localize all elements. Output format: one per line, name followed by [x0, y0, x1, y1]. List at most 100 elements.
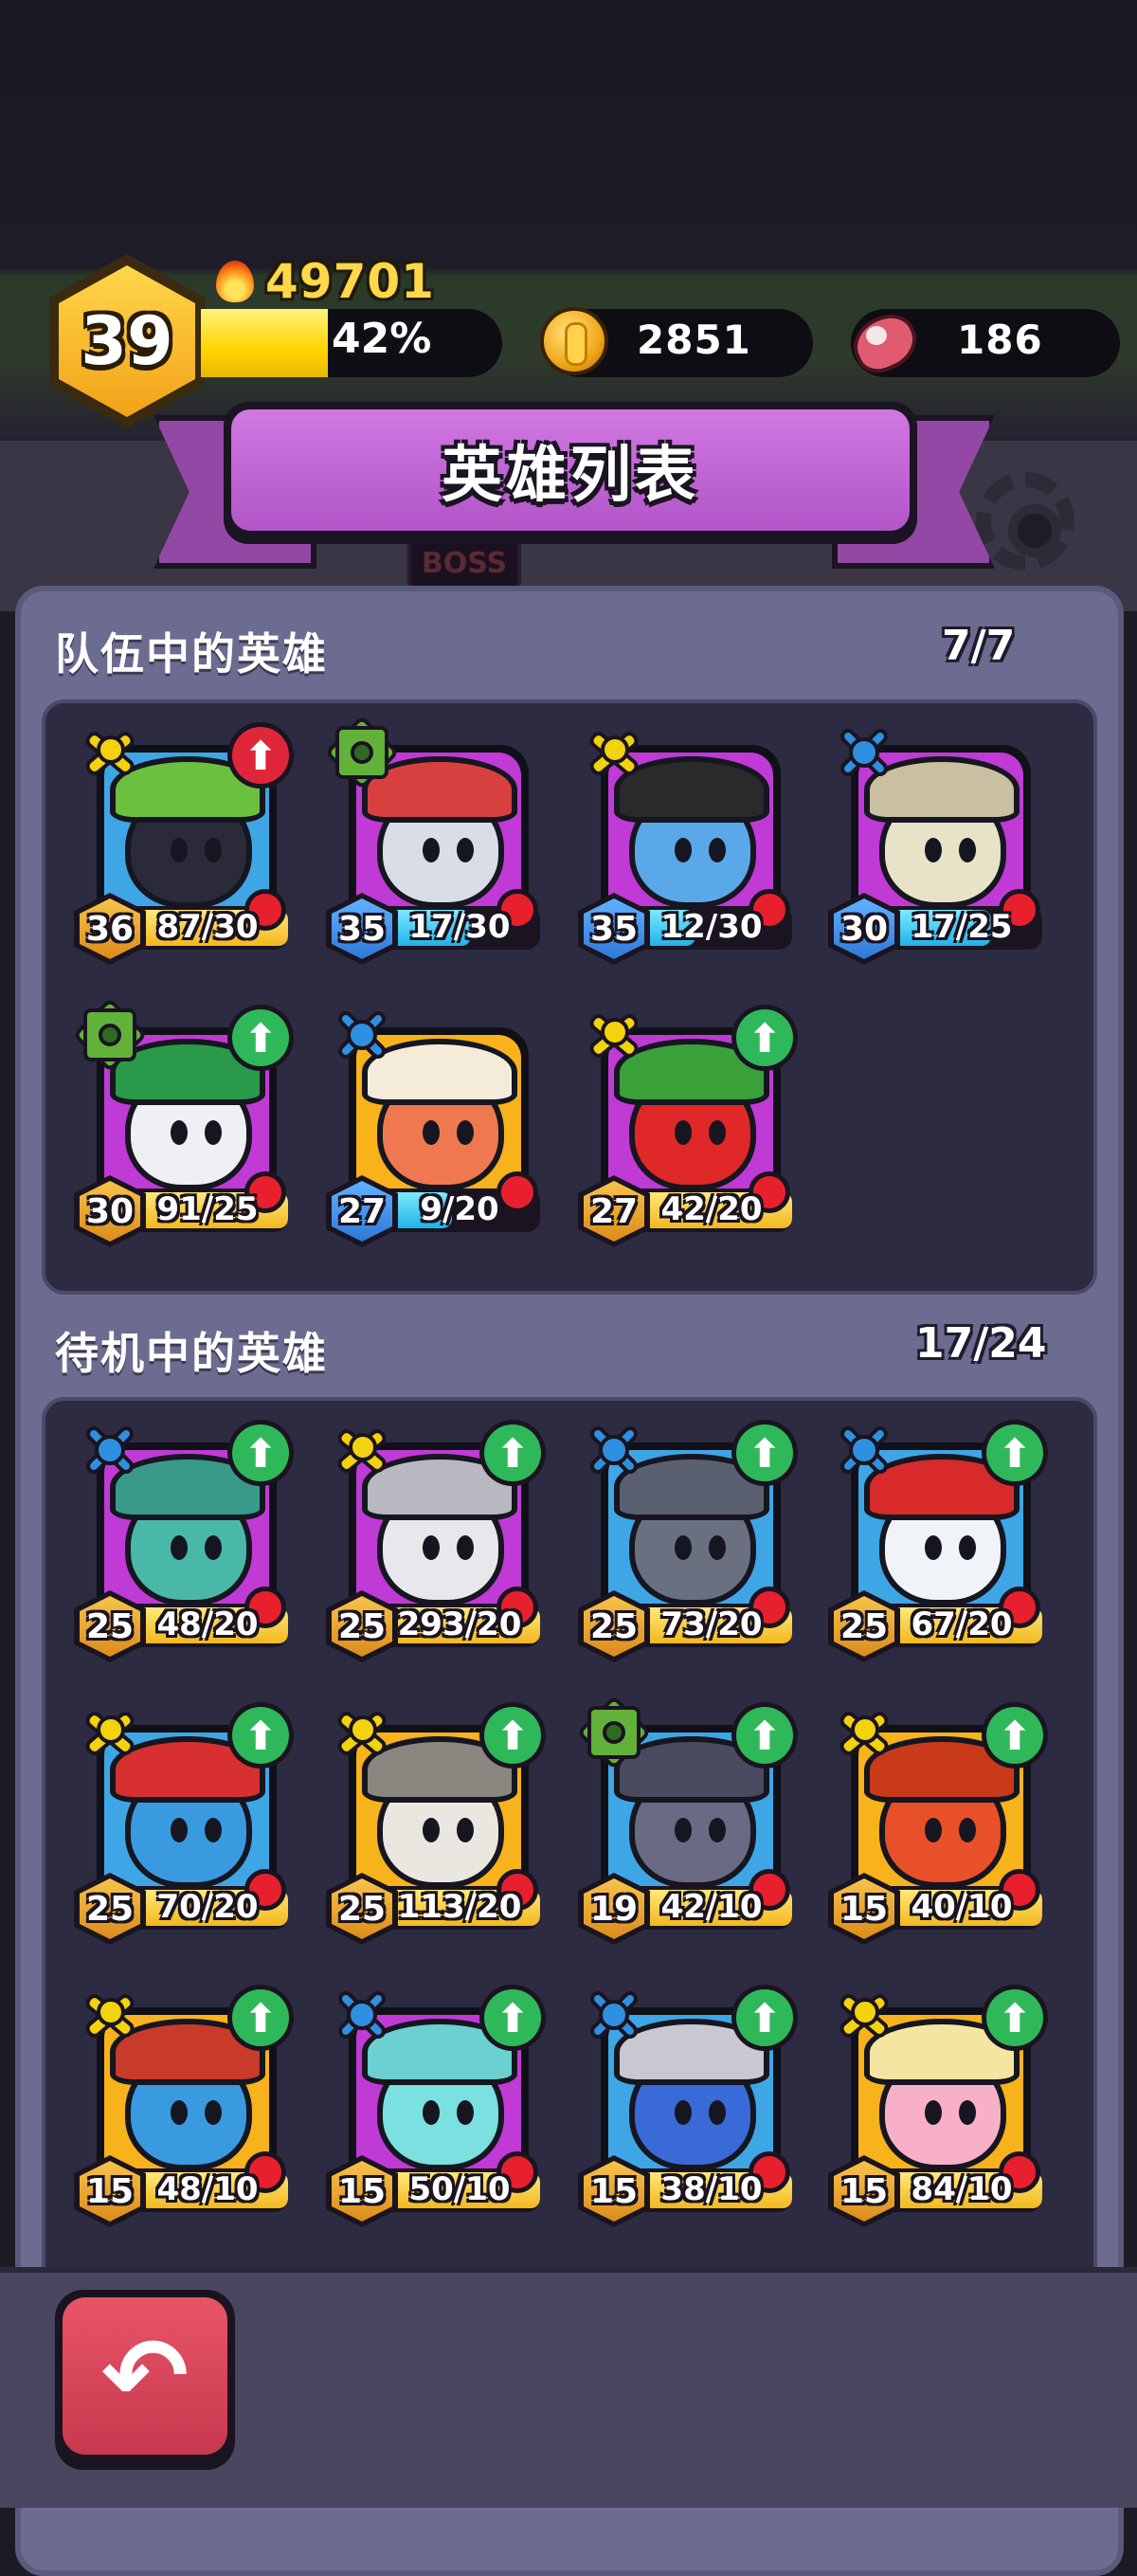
hero-shard-count: 67/20 [911, 1605, 1013, 1643]
hero-card[interactable]: ⬆ 38/10 15 [578, 1981, 798, 2227]
hero-card[interactable]: ⬆ 67/20 25 [828, 1416, 1048, 1662]
upgrade-arrow-icon[interactable]: ⬆ [227, 1985, 294, 2051]
hero-shard-count: 113/20 [397, 1888, 522, 1926]
hero-card[interactable]: ⬆ 48/20 25 [74, 1416, 294, 1662]
gold-class-icon [76, 718, 144, 787]
hero-eye [171, 1120, 188, 1145]
gear-icon[interactable] [976, 472, 1074, 571]
class-icon-part [97, 735, 125, 764]
hero-eye [675, 1120, 692, 1145]
hero-card[interactable]: 17/30 35 [324, 715, 546, 965]
upgrade-arrow-icon[interactable]: ⬆ [982, 1702, 1048, 1769]
upgrade-arrow-icon[interactable]: ⬆ [227, 1420, 294, 1486]
hero-card[interactable]: ⬆ 91/25 30 [72, 997, 294, 1247]
meat-icon [844, 305, 926, 381]
upgrade-arrow-icon[interactable]: ⬆ [479, 1985, 546, 2051]
upgrade-arrow-icon[interactable]: ⬆ [731, 1985, 798, 2051]
hero-eye [709, 1535, 726, 1560]
hero-eye [675, 1535, 692, 1560]
hero-card[interactable]: ⬆ 40/10 15 [828, 1698, 1048, 1945]
hero-eye [709, 2100, 726, 2125]
hero-level-badge-inner: 30 [834, 898, 894, 959]
hero-eye [457, 1535, 474, 1560]
title-banner: 英雄列表 [224, 402, 917, 544]
hero-level: 36 [85, 909, 135, 949]
arrow-glyph: ⬆ [484, 1424, 541, 1481]
alert-arrow-icon[interactable]: ⬆ [227, 722, 294, 789]
upgrade-arrow-icon[interactable]: ⬆ [227, 1005, 294, 1071]
upgrade-arrow-icon[interactable]: ⬆ [731, 1702, 798, 1769]
team-section-label: 队伍中的英雄 [55, 628, 328, 680]
hero-card[interactable]: ⬆ 73/20 25 [578, 1416, 798, 1662]
upgrade-arrow-icon[interactable]: ⬆ [479, 1702, 546, 1769]
hero-eye [205, 1818, 222, 1842]
hero-card[interactable]: ⬆ 50/10 15 [326, 1981, 546, 2227]
arrow-glyph: ⬆ [736, 1424, 793, 1481]
hero-eye [925, 838, 942, 862]
hero-shard-count: 48/20 [156, 1605, 259, 1643]
hero-card[interactable]: ⬆ 42/20 27 [578, 1001, 798, 1247]
hero-eye [675, 838, 692, 862]
hero-shard-count: 40/10 [911, 1888, 1013, 1926]
power-value: 49701 [265, 254, 435, 309]
xp-bar-fill [201, 309, 328, 377]
hero-eye [675, 2100, 692, 2125]
team-section-count: 7/7 [942, 622, 1016, 670]
blue-class-icon [328, 1981, 396, 2049]
hero-card[interactable]: ⬆ 113/20 25 [326, 1698, 546, 1945]
upgrade-arrow-icon[interactable]: ⬆ [227, 1702, 294, 1769]
gold-counter[interactable]: 2851 [540, 307, 813, 377]
gold-value: 2851 [637, 317, 751, 363]
player-level: 39 [81, 302, 173, 380]
hero-level: 15 [839, 2171, 889, 2211]
xp-bar: 42% [201, 309, 502, 377]
gold-class-icon [328, 1698, 396, 1767]
hero-card[interactable]: ⬆ 293/20 25 [326, 1416, 546, 1662]
arrow-glyph: ⬆ [986, 1707, 1043, 1764]
class-icon-part [599, 2000, 629, 2030]
hero-eye [925, 1818, 942, 1842]
upgrade-arrow-icon[interactable]: ⬆ [982, 1985, 1048, 2051]
standby-grid[interactable]: ⬆ 48/20 25 ⬆ 293/20 25 ⬆ 73/20 25 ⬆ 67/20 25 ⬆ 70/20 2… [42, 1397, 1097, 2307]
hero-card[interactable]: 17/25 30 [828, 718, 1048, 965]
hero-shard-progress: 17/25 [881, 906, 1042, 950]
hero-shard-progress: 293/20 [379, 1604, 540, 1647]
page-title: 英雄列表 [442, 441, 699, 511]
hero-level: 30 [85, 1191, 135, 1231]
hero-shard-progress: 48/10 [127, 2168, 288, 2212]
arrow-glyph: ⬆ [232, 1009, 289, 1066]
hero-card[interactable]: ⬆ 87/30 36 [74, 718, 294, 965]
hero-level: 15 [337, 2171, 387, 2211]
hero-eye [675, 1818, 692, 1842]
hero-shard-count: 293/20 [397, 1605, 522, 1643]
hero-level: 35 [337, 909, 387, 949]
hero-card[interactable]: ⬆ 70/20 25 [74, 1698, 294, 1945]
hero-shard-count: 9/20 [420, 1190, 499, 1228]
hero-eye [423, 1120, 440, 1145]
hero-level-badge-inner: 25 [834, 1596, 894, 1657]
upgrade-arrow-icon[interactable]: ⬆ [731, 1420, 798, 1486]
hero-card[interactable]: ⬆ 48/10 15 [74, 1981, 294, 2227]
upgrade-arrow-icon[interactable]: ⬆ [982, 1420, 1048, 1486]
meat-counter[interactable]: 186 [844, 305, 1120, 381]
hero-eye [423, 838, 440, 862]
hero-eye [959, 1818, 976, 1842]
hero-shard-progress: 113/20 [379, 1886, 540, 1930]
hero-card[interactable]: 12/30 35 [578, 718, 798, 965]
back-button[interactable]: ↶ [55, 2290, 235, 2470]
power-display: 49701 [216, 254, 435, 309]
hero-eye [959, 1535, 976, 1560]
upgrade-arrow-icon[interactable]: ⬆ [479, 1420, 546, 1486]
hero-level: 25 [589, 1606, 639, 1646]
upgrade-arrow-icon[interactable]: ⬆ [731, 1005, 798, 1071]
hero-card[interactable]: ⬆ 42/10 19 [576, 1695, 798, 1945]
hero-level: 15 [839, 1889, 889, 1929]
arrow-glyph: ⬆ [232, 1989, 289, 2046]
hero-shard-progress: 70/20 [127, 1886, 288, 1930]
hero-eye [457, 1818, 474, 1842]
hero-card[interactable]: ⬆ 84/10 15 [828, 1981, 1048, 2227]
hero-eye [423, 1535, 440, 1560]
hero-card[interactable]: 9/20 27 [326, 1001, 546, 1247]
class-icon-part [599, 1435, 629, 1465]
class-icon-part [851, 1715, 879, 1744]
